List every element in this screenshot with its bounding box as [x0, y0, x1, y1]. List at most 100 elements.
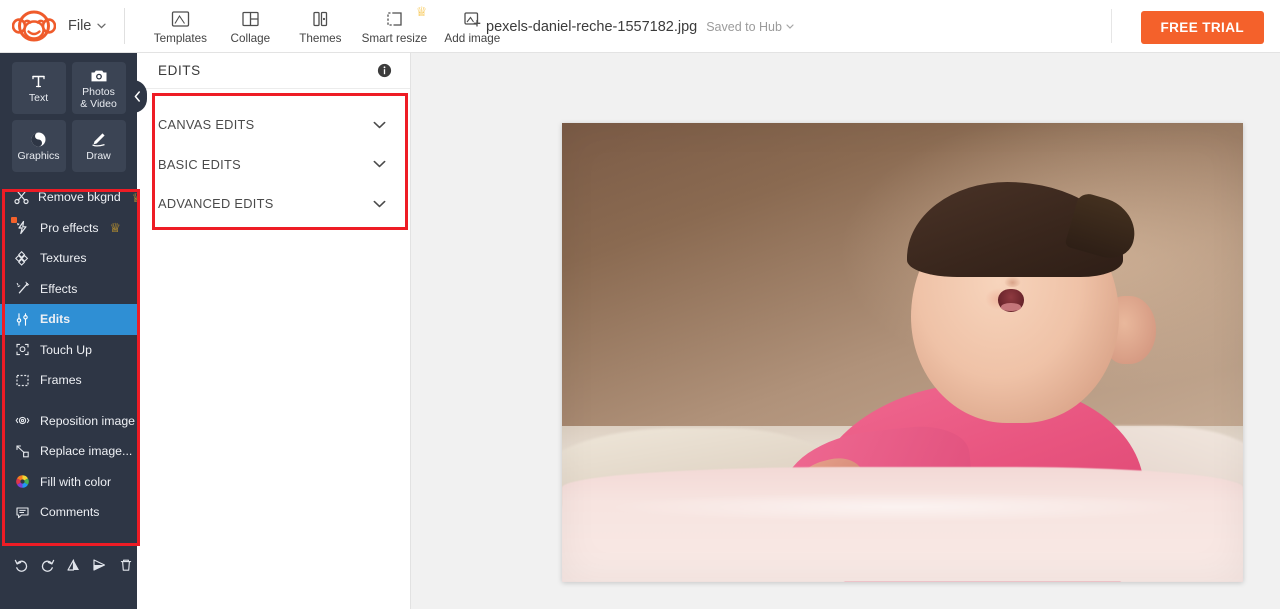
tool-templates[interactable]: Templates — [147, 6, 213, 47]
left-sidebar: Text Photos & Video Graphics Draw Remove… — [0, 53, 148, 609]
picmonkey-editor: File Templates Collage Themes ♕ Smart re… — [0, 0, 1280, 609]
quick-tool-photos-video-label: Photos & Video — [80, 86, 117, 110]
sidebar-item-touch-up[interactable]: Touch Up — [0, 335, 137, 366]
sidebar-item-textures[interactable]: Textures — [0, 243, 137, 274]
tool-templates-label: Templates — [153, 31, 208, 45]
chevron-down-icon — [373, 200, 386, 207]
sidebar-item-edits[interactable]: Edits — [0, 304, 148, 335]
save-status-dropdown[interactable]: Saved to Hub — [706, 20, 794, 34]
edits-accordion-list: CANVAS EDITS BASIC EDITS ADVANCED EDITS — [137, 89, 410, 224]
sidebar-bottom-toolbar — [0, 556, 137, 573]
top-toolbar: File Templates Collage Themes ♕ Smart re… — [0, 0, 1280, 53]
tool-collage[interactable]: Collage — [217, 6, 283, 47]
quick-tool-draw-label: Draw — [86, 149, 111, 162]
sidebar-item-comments-label: Comments — [40, 505, 100, 520]
new-badge — [11, 216, 17, 223]
flip-horizontal-button[interactable] — [91, 556, 108, 573]
sidebar-item-edits-label: Edits — [40, 312, 71, 327]
chevron-down-icon — [97, 23, 107, 29]
redo-button[interactable] — [39, 556, 56, 573]
sidebar-item-textures-label: Textures — [40, 251, 87, 266]
templates-icon — [171, 8, 190, 29]
quick-tool-photos-video[interactable]: Photos & Video — [71, 62, 126, 114]
sidebar-item-replace-image[interactable]: Replace image... — [0, 436, 137, 467]
flip-vertical-button[interactable] — [65, 556, 82, 573]
color-wheel-icon — [14, 474, 31, 489]
trial-divider — [1111, 9, 1112, 43]
sidebar-item-pro-effects[interactable]: Pro effects ♕ — [0, 213, 137, 244]
quick-tool-text-label: Text — [28, 91, 49, 104]
delete-button[interactable] — [117, 556, 134, 573]
sidebar-item-effects[interactable]: Effects — [0, 274, 137, 305]
canvas-photo — [562, 123, 1243, 582]
info-icon[interactable] — [377, 63, 392, 78]
quick-tool-graphics-label: Graphics — [17, 149, 60, 162]
tool-smart-resize-label: Smart resize — [361, 31, 428, 45]
tool-collage-label: Collage — [230, 31, 271, 45]
sidebar-item-fill-with-color[interactable]: Fill with color — [0, 467, 137, 498]
sidebar-item-fill-with-color-label: Fill with color — [40, 474, 112, 489]
accordion-canvas-edits[interactable]: CANVAS EDITS — [137, 105, 410, 145]
sidebar-item-reposition-image[interactable]: Reposition image — [0, 406, 137, 437]
sidebar-item-reposition-image-label: Reposition image — [40, 413, 136, 428]
quick-tool-text[interactable]: Text — [11, 62, 66, 114]
chevron-down-icon — [373, 121, 386, 128]
touch-up-icon — [14, 342, 31, 357]
collage-icon — [241, 8, 260, 29]
chevron-down-icon — [373, 161, 386, 168]
accordion-basic-edits[interactable]: BASIC EDITS — [137, 145, 410, 185]
menu-group-divider — [0, 396, 137, 406]
document-title: pexels-daniel-reche-1557182.jpg — [486, 18, 698, 35]
monkey-logo-icon — [12, 10, 56, 42]
free-trial-button[interactable]: FREE TRIAL — [1140, 11, 1264, 44]
tool-smart-resize[interactable]: ♕ Smart resize — [357, 3, 431, 47]
edits-panel: EDITS CANVAS EDITS BASIC EDITS ADVANCED … — [137, 53, 411, 609]
panel-title: EDITS — [158, 63, 201, 78]
sidebar-item-frames-label: Frames — [40, 373, 82, 388]
canvas-area[interactable] — [411, 53, 1280, 609]
reposition-icon — [14, 413, 31, 428]
add-image-icon — [463, 8, 482, 29]
accordion-canvas-edits-label: CANVAS EDITS — [158, 117, 255, 133]
lightning-effects-icon — [14, 220, 31, 235]
tool-themes[interactable]: Themes — [287, 6, 353, 47]
smart-resize-icon — [385, 8, 404, 29]
accordion-advanced-edits-label: ADVANCED EDITS — [158, 196, 274, 212]
photo-vignette — [562, 123, 1243, 582]
quick-tool-draw[interactable]: Draw — [71, 120, 126, 172]
textures-icon — [14, 250, 31, 266]
frames-icon — [14, 373, 31, 388]
app-logo[interactable] — [0, 10, 68, 42]
quick-tools-grid: Text Photos & Video Graphics Draw — [0, 53, 137, 176]
magic-wand-icon — [14, 281, 31, 296]
sidebar-item-comments[interactable]: Comments — [0, 497, 137, 528]
graphics-icon — [30, 130, 47, 149]
pencil-draw-icon — [90, 130, 107, 149]
file-menu-label: File — [68, 18, 92, 34]
sidebar-item-touch-up-label: Touch Up — [40, 342, 92, 357]
scissors-icon — [14, 190, 29, 205]
save-status-label: Saved to Hub — [706, 19, 782, 34]
camera-icon — [90, 66, 108, 85]
sidebar-menu: Remove bkgnd ♕ Pro effects ♕ — [0, 182, 148, 528]
sidebar-item-remove-bkgnd[interactable]: Remove bkgnd ♕ — [0, 182, 143, 213]
sidebar-item-remove-bkgnd-label: Remove bkgnd — [38, 190, 121, 205]
sidebar-item-frames[interactable]: Frames — [0, 365, 137, 396]
undo-button[interactable] — [13, 556, 30, 573]
tool-themes-label: Themes — [299, 31, 342, 45]
comment-bubble-icon — [14, 505, 31, 520]
chevron-left-icon — [134, 91, 140, 102]
crown-icon: ♕ — [109, 221, 121, 236]
themes-icon — [311, 8, 330, 29]
top-tool-group: Templates Collage Themes ♕ Smart resize … — [147, 3, 509, 47]
sliders-icon — [14, 312, 31, 327]
accordion-advanced-edits[interactable]: ADVANCED EDITS — [137, 184, 410, 224]
quick-tool-graphics[interactable]: Graphics — [11, 120, 66, 172]
sidebar-item-replace-image-label: Replace image... — [40, 444, 133, 459]
crown-icon: ♕ — [415, 3, 428, 19]
edits-panel-header: EDITS — [137, 53, 410, 89]
file-menu-button[interactable]: File — [68, 18, 124, 34]
photo-frame[interactable] — [562, 123, 1243, 582]
sidebar-item-effects-label: Effects — [40, 281, 78, 296]
sidebar-item-pro-effects-label: Pro effects — [40, 220, 99, 235]
